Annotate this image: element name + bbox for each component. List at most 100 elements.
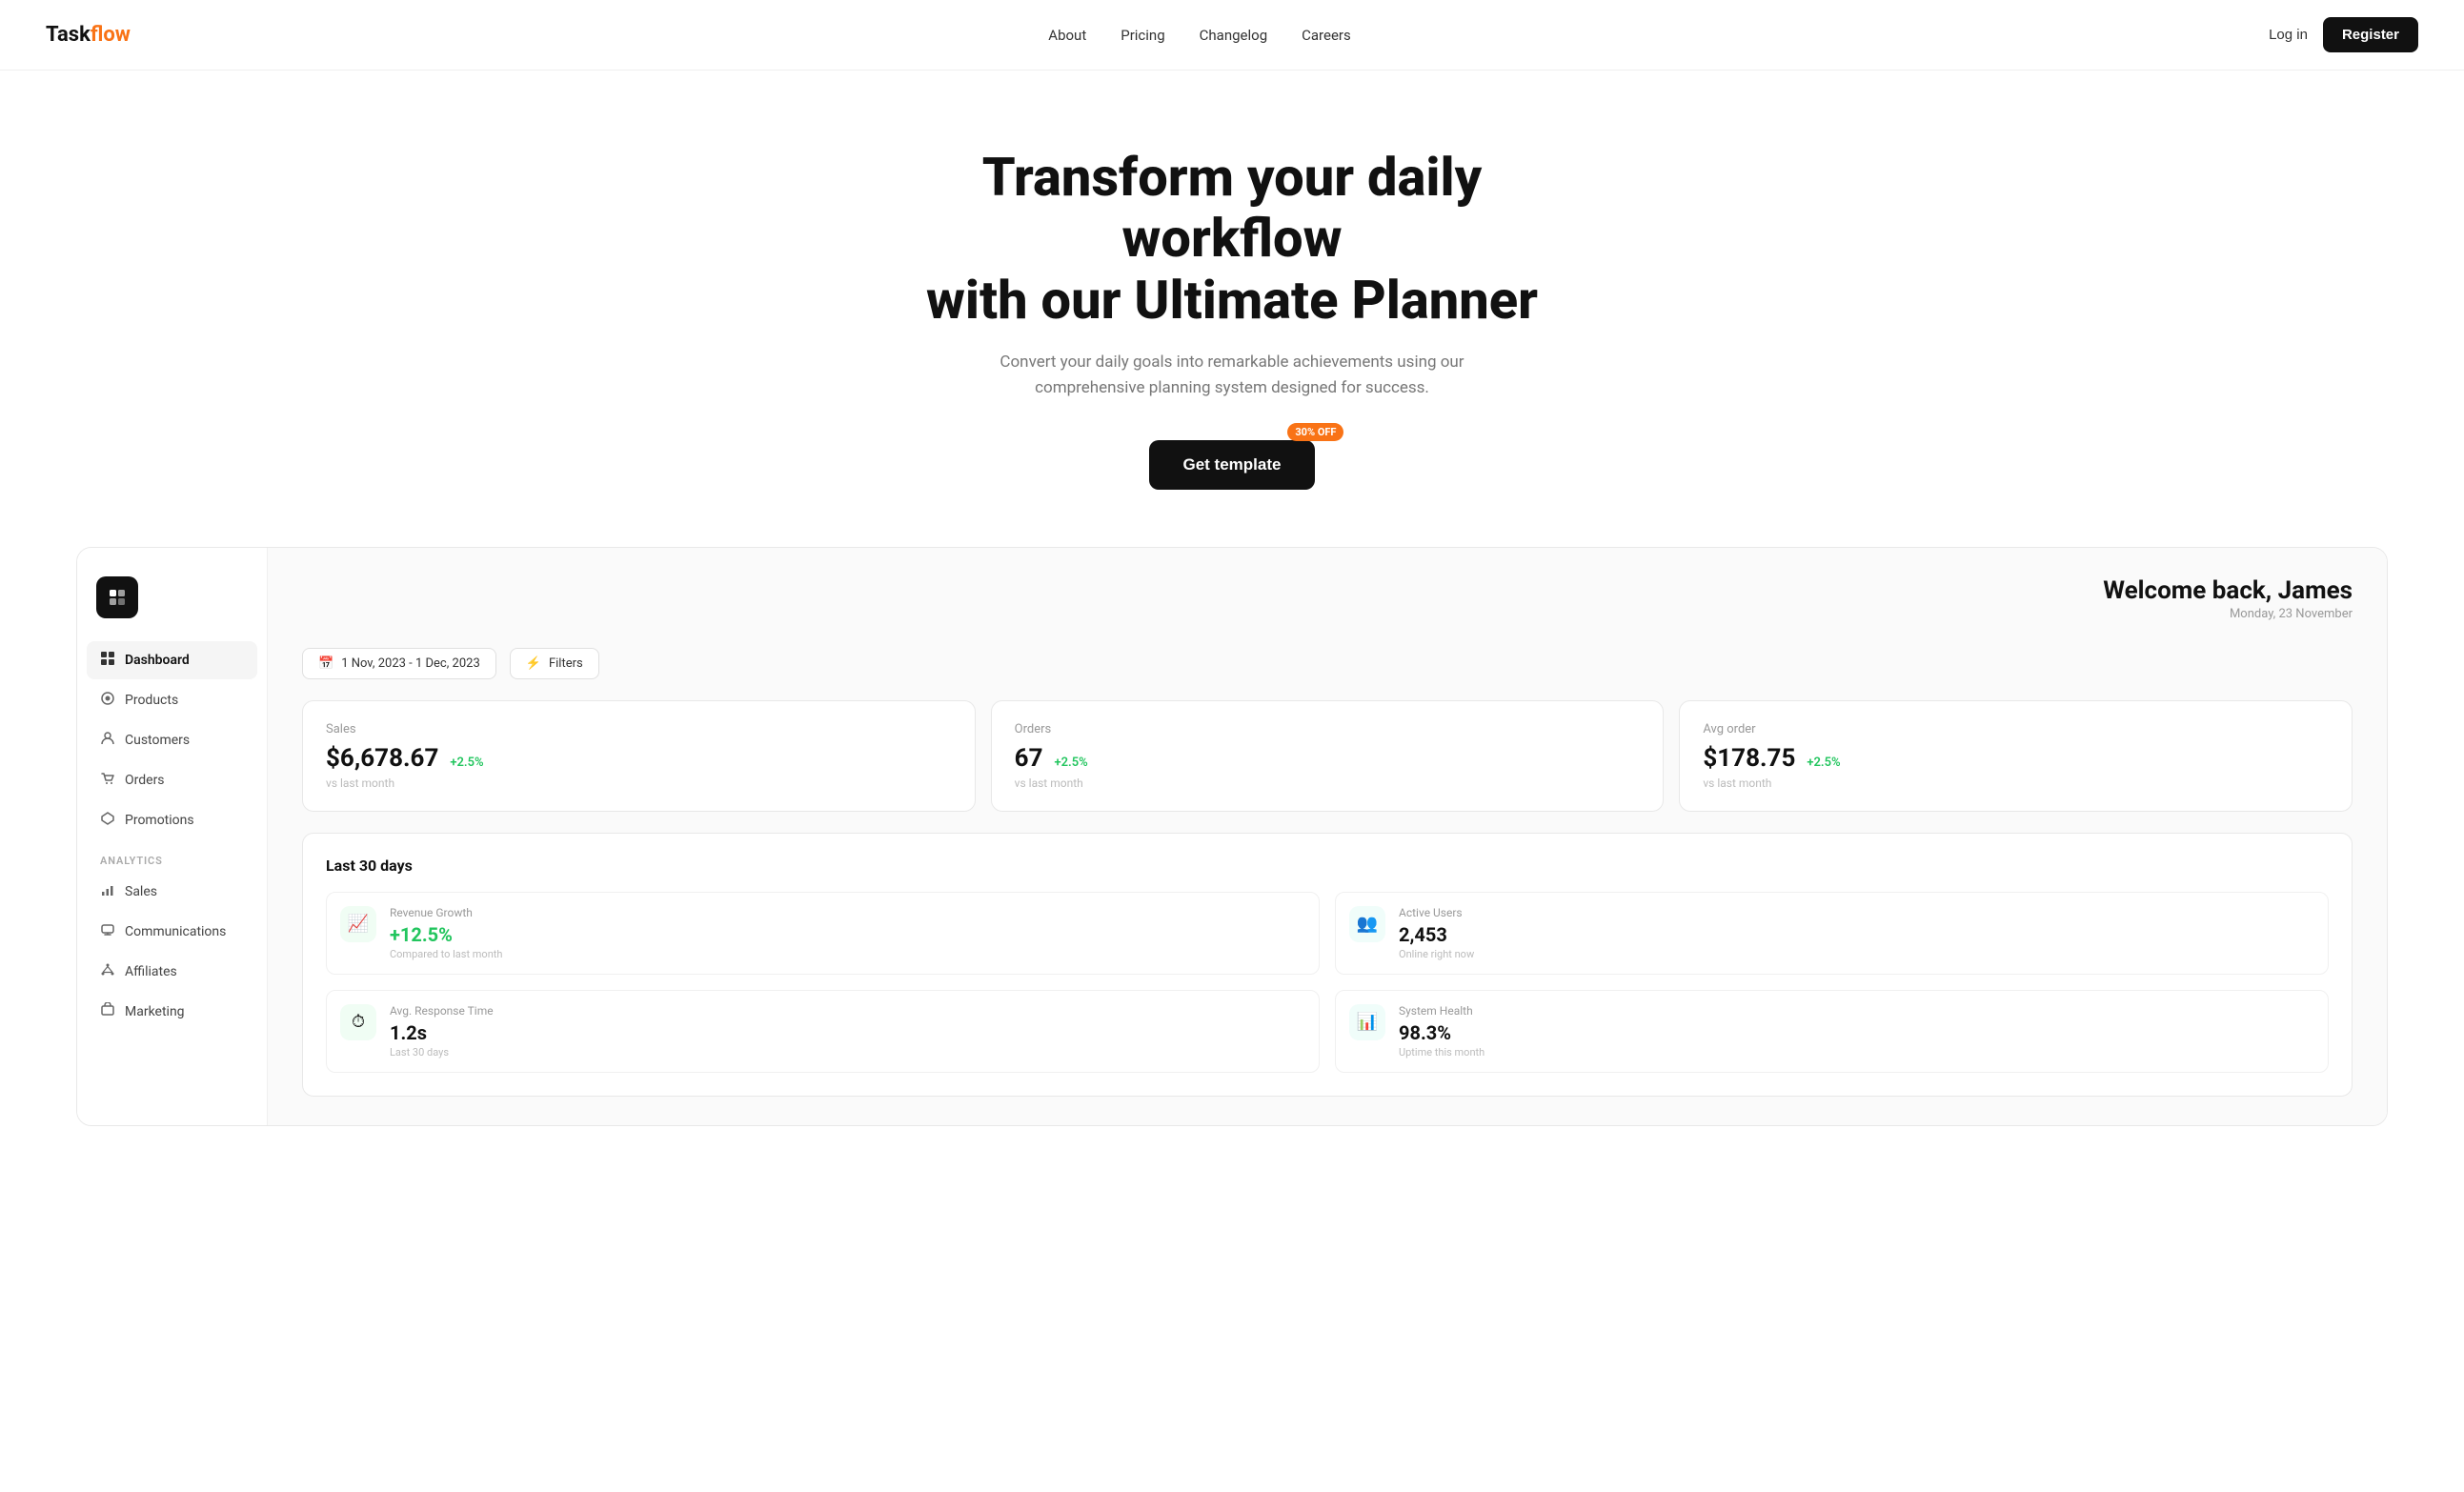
system-health-icon: 📊 [1357,1012,1378,1032]
register-button[interactable]: Register [2323,17,2418,52]
sidebar-item-communications[interactable]: Communications [87,913,257,951]
stat-vs-orders: vs last month [1015,776,1641,790]
stat-card-orders: Orders 67 +2.5% vs last month [991,700,1665,812]
active-users-title: Active Users [1399,906,1474,919]
sidebar-logo-icon [96,576,138,618]
welcome-date: Monday, 23 November [302,607,2353,621]
hero-headline: Transform your daily workflow with our U… [899,147,1565,331]
navbar: Taskflow About Pricing Changelog Careers… [0,0,2464,71]
stat-value-sales: $6,678.67 [326,744,438,773]
products-icon [100,691,115,710]
sidebar-item-dashboard[interactable]: Dashboard [87,641,257,679]
nav-links: About Pricing Changelog Careers [1048,27,1350,44]
date-range-label: 1 Nov, 2023 - 1 Dec, 2023 [341,656,480,671]
sidebar-label-orders: Orders [125,773,165,788]
revenue-growth-value: +12.5% [390,923,502,946]
nav-about[interactable]: About [1048,27,1086,44]
stat-label-orders: Orders [1015,722,1641,736]
active-users-icon: 👥 [1357,914,1378,934]
sidebar-label-customers: Customers [125,733,190,748]
filters-label: Filters [549,656,583,671]
avg-response-sub: Last 30 days [390,1046,494,1059]
stat-label-avg-order: Avg order [1703,722,2329,736]
avg-response-title: Avg. Response Time [390,1004,494,1018]
filter-icon: ⚡ [526,656,541,671]
avg-response-value: 1.2s [390,1021,494,1044]
affiliates-icon [100,962,115,981]
filter-bar: 📅 1 Nov, 2023 - 1 Dec, 2023 ⚡ Filters [302,648,2353,679]
revenue-growth-sub: Compared to last month [390,948,502,960]
sidebar-label-sales: Sales [125,884,157,899]
nav-pricing[interactable]: Pricing [1121,27,1164,44]
logo-text: Task [46,23,91,47]
sidebar-item-orders[interactable]: Orders [87,761,257,799]
sales-icon [100,882,115,901]
revenue-growth-icon-wrap: 📈 [340,906,376,942]
stat-change-sales: +2.5% [450,756,483,770]
active-users-icon-wrap: 👥 [1349,906,1385,942]
logo-accent: flow [91,23,131,47]
sidebar-label-products: Products [125,693,178,708]
sidebar-label-communications: Communications [125,924,226,939]
sidebar-nav: Dashboard Products Customers Orders [77,641,267,1031]
sidebar-item-products[interactable]: Products [87,681,257,719]
get-template-button[interactable]: Get template [1149,440,1316,490]
sidebar-item-customers[interactable]: Customers [87,721,257,759]
dashboard-icon [100,651,115,670]
calendar-icon: 📅 [318,656,333,671]
stat-value-orders: 67 [1015,744,1043,773]
hero-section: Transform your daily workflow with our U… [0,71,2464,547]
stat-card-avg-order: Avg order $178.75 +2.5% vs last month [1679,700,2353,812]
sidebar-item-affiliates[interactable]: Affiliates [87,953,257,991]
login-button[interactable]: Log in [2269,27,2308,43]
stat-vs-sales: vs last month [326,776,952,790]
communications-icon [100,922,115,941]
marketing-icon [100,1002,115,1021]
date-range-picker[interactable]: 📅 1 Nov, 2023 - 1 Dec, 2023 [302,648,496,679]
revenue-growth-title: Revenue Growth [390,906,502,919]
sidebar-logo [77,567,267,641]
system-health-sub: Uptime this month [1399,1046,1484,1059]
sidebar-item-promotions[interactable]: Promotions [87,801,257,839]
avg-response-icon-wrap: ⏱ [340,1004,376,1040]
metric-card-active-users: 👥 Active Users 2,453 Online right now [1335,892,2329,975]
hero-cta-wrapper: 30% OFF Get template [1149,440,1316,490]
welcome-title: Welcome back, James [302,576,2353,605]
system-health-title: System Health [1399,1004,1484,1018]
welcome-header: Welcome back, James Monday, 23 November [302,576,2353,621]
metric-card-system-health: 📊 System Health 98.3% Uptime this month [1335,990,2329,1073]
auth-controls: Log in Register [2269,17,2418,52]
revenue-growth-icon: 📈 [348,914,369,934]
sidebar-label-affiliates: Affiliates [125,964,177,979]
metric-card-revenue-growth: 📈 Revenue Growth +12.5% Compared to last… [326,892,1320,975]
customers-icon [100,731,115,750]
hero-subtext: Convert your daily goals into remarkable… [984,350,1480,401]
stats-row: Sales $6,678.67 +2.5% vs last month Orde… [302,700,2353,812]
dashboard-preview: Dashboard Products Customers Orders [76,547,2388,1126]
analytics-section-label: Analytics [87,841,257,873]
stat-label-sales: Sales [326,722,952,736]
sidebar-item-sales[interactable]: Sales [87,873,257,911]
sidebar-item-marketing[interactable]: Marketing [87,993,257,1031]
nav-careers[interactable]: Careers [1302,27,1351,44]
discount-badge: 30% OFF [1287,423,1343,441]
metrics-grid: 📈 Revenue Growth +12.5% Compared to last… [326,892,2329,1073]
metric-card-avg-response: ⏱ Avg. Response Time 1.2s Last 30 days [326,990,1320,1073]
logo[interactable]: Taskflow [46,23,131,47]
filters-button[interactable]: ⚡ Filters [510,648,599,679]
promotions-icon [100,811,115,830]
stat-change-avg-order: +2.5% [1807,756,1840,770]
stat-card-sales: Sales $6,678.67 +2.5% vs last month [302,700,976,812]
stat-change-orders: +2.5% [1054,756,1087,770]
active-users-value: 2,453 [1399,923,1474,946]
stat-value-avg-order: $178.75 [1703,744,1795,773]
sidebar-label-dashboard: Dashboard [125,653,190,668]
system-health-value: 98.3% [1399,1021,1484,1044]
orders-icon [100,771,115,790]
active-users-sub: Online right now [1399,948,1474,960]
system-health-icon-wrap: 📊 [1349,1004,1385,1040]
sidebar: Dashboard Products Customers Orders [77,548,268,1125]
main-content: Welcome back, James Monday, 23 November … [268,548,2387,1125]
nav-changelog[interactable]: Changelog [1200,27,1267,44]
stat-vs-avg-order: vs last month [1703,776,2329,790]
